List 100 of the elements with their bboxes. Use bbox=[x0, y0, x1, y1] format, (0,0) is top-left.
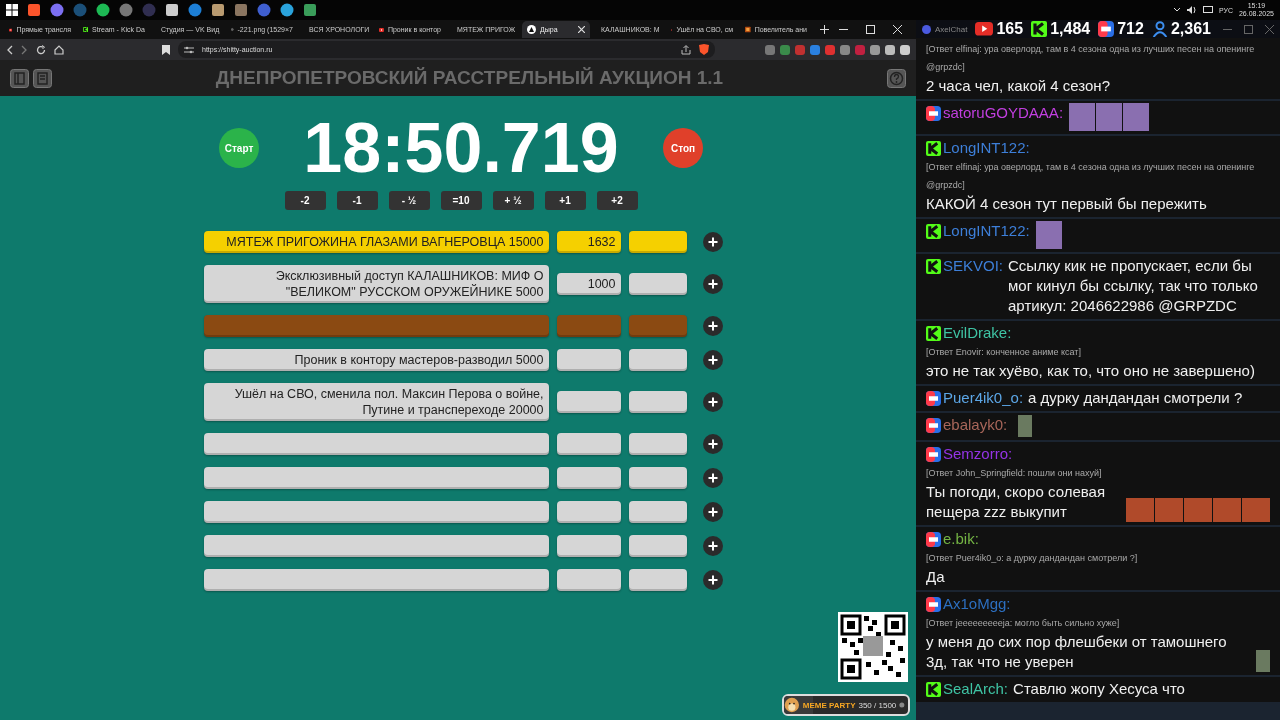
lot-extra-field[interactable] bbox=[628, 433, 687, 455]
lot-amount-field[interactable] bbox=[556, 501, 621, 523]
k-logo-icon bbox=[926, 682, 941, 697]
time-adjust-button[interactable]: + ½ bbox=[492, 191, 534, 210]
chat-app-icon bbox=[922, 24, 931, 34]
reply-quote: [Ответ elfinaj: ура оверлорд, там в 4 сезона одна из лучших песен на опенинге @grpzdc] bbox=[926, 43, 1256, 74]
chat-username[interactable]: EvilDrake: bbox=[943, 323, 1012, 343]
chat-message-text: Ссылку кик не пропускает, если бы мог кинул бы ссылку, так что только артикул: 2046622986 @GRPZDC bbox=[1008, 256, 1259, 316]
qr-code-drawing bbox=[838, 612, 908, 682]
reply-quote: [Ответ John_Springfield: пошли они нахуй] bbox=[926, 467, 1103, 480]
lot-name-field[interactable]: Проник в контору мастеров-разводил 5000 bbox=[203, 349, 549, 371]
lot-name-field[interactable] bbox=[203, 501, 549, 523]
plus-icon[interactable] bbox=[702, 350, 723, 370]
windows-icon[interactable] bbox=[6, 4, 18, 16]
reply-quote: [Ответ Puer4ik0_o: а дурку дандандан смотрели ?] bbox=[926, 552, 1139, 565]
chat-message-text: Ты погоди, скоро солевая пещера zzz выкупит bbox=[926, 482, 1106, 522]
bookmark-icon[interactable] bbox=[162, 44, 170, 55]
lot-amount-field[interactable] bbox=[556, 315, 621, 337]
emote-image bbox=[1184, 498, 1212, 522]
plus-icon[interactable] bbox=[702, 274, 723, 294]
lot-amount-field[interactable] bbox=[556, 535, 621, 557]
reload-icon[interactable] bbox=[36, 44, 46, 55]
chat-username[interactable]: Semzorro: bbox=[943, 444, 1013, 464]
lot-amount-field[interactable]: 1632 bbox=[556, 231, 621, 253]
extension-icon[interactable] bbox=[840, 44, 850, 55]
plus-icon[interactable] bbox=[702, 468, 723, 488]
stop-button[interactable]: Стоп bbox=[663, 128, 703, 168]
chat-username[interactable]: LongINT122: bbox=[943, 138, 1030, 158]
lot-extra-field[interactable] bbox=[628, 349, 687, 371]
lot-extra-field[interactable] bbox=[628, 391, 687, 413]
live-badge-icon bbox=[926, 532, 941, 547]
extension-icon[interactable] bbox=[870, 44, 880, 55]
triangle-icon bbox=[527, 25, 536, 34]
live-badge-icon bbox=[926, 106, 941, 121]
chat-username[interactable]: SealArch: bbox=[943, 679, 1009, 699]
lot-amount-field[interactable] bbox=[556, 349, 621, 371]
plus-icon[interactable] bbox=[702, 570, 723, 590]
lot-extra-field[interactable] bbox=[628, 569, 687, 591]
lot-extra-field[interactable] bbox=[628, 501, 687, 523]
plus-icon[interactable] bbox=[702, 434, 723, 454]
lot-amount-field[interactable] bbox=[556, 391, 621, 413]
sidebar-icon[interactable] bbox=[10, 68, 29, 88]
lot-name-field[interactable]: Ушёл на СВО, сменила пол. Максин Перова о войне, Путине и транспереходе 20000 bbox=[203, 383, 549, 421]
back-icon[interactable] bbox=[6, 44, 13, 55]
lot-name-field[interactable] bbox=[203, 467, 549, 489]
lot-extra-field[interactable] bbox=[628, 315, 687, 337]
list-icon[interactable] bbox=[33, 68, 52, 88]
k-logo-icon bbox=[83, 25, 89, 34]
plus-icon[interactable] bbox=[702, 392, 723, 412]
chat-username[interactable]: ebalayk0: bbox=[943, 415, 1008, 435]
extension-icon[interactable] bbox=[900, 44, 910, 55]
chat-username[interactable]: e.bik: bbox=[943, 529, 979, 549]
chat-username[interactable]: SEKVOI: bbox=[943, 256, 1004, 276]
app-icon[interactable] bbox=[188, 3, 202, 17]
speaker-icon[interactable] bbox=[1186, 6, 1197, 14]
plus-icon[interactable] bbox=[820, 25, 829, 34]
chat-username[interactable]: Puer4ik0_o: bbox=[943, 388, 1024, 408]
plus-icon[interactable] bbox=[702, 316, 723, 336]
k-logo-icon bbox=[926, 224, 941, 239]
lot-name-field[interactable] bbox=[203, 535, 549, 557]
lot-name-field[interactable]: МЯТЕЖ ПРИГОЖИНА ГЛАЗАМИ ВАГНЕРОВЦА 15000 bbox=[203, 231, 549, 253]
lot-name-field[interactable] bbox=[203, 315, 549, 337]
time-adjust-button[interactable]: +2 bbox=[596, 191, 638, 210]
plus-icon[interactable] bbox=[702, 502, 723, 522]
plus-icon[interactable] bbox=[702, 232, 723, 252]
chat-username[interactable]: LongINT122: bbox=[943, 221, 1030, 241]
lot-name-field[interactable] bbox=[203, 569, 549, 591]
lot-extra-field[interactable] bbox=[628, 467, 687, 489]
live-badge-icon bbox=[926, 418, 941, 433]
time-adjust-button[interactable]: =10 bbox=[440, 191, 482, 210]
time-adjust-button[interactable]: - ½ bbox=[388, 191, 430, 210]
lot-extra-field[interactable] bbox=[628, 231, 687, 253]
time-adjust-button[interactable]: -1 bbox=[336, 191, 378, 210]
lot-amount-field[interactable] bbox=[556, 569, 621, 591]
coin-icon bbox=[899, 701, 905, 709]
viewer-count: 2,361 bbox=[1170, 20, 1211, 38]
share-icon[interactable] bbox=[681, 44, 691, 55]
lot-amount-field[interactable]: 1000 bbox=[556, 273, 621, 295]
viewer-count: 712 bbox=[1117, 20, 1144, 38]
lot-extra-field[interactable] bbox=[628, 273, 687, 295]
lot-amount-field[interactable] bbox=[556, 467, 621, 489]
chat-username[interactable]: Ax1oMgg: bbox=[943, 594, 1011, 614]
time-adjust-button[interactable]: -2 bbox=[284, 191, 326, 210]
emote-image bbox=[1018, 415, 1033, 437]
chevron-up-icon[interactable] bbox=[1172, 7, 1181, 13]
lot-name-field[interactable] bbox=[203, 433, 549, 455]
person-icon bbox=[1151, 21, 1168, 37]
lot-amount-field[interactable] bbox=[556, 433, 621, 455]
forward-icon[interactable] bbox=[21, 44, 28, 55]
time-adjust-button[interactable]: +1 bbox=[544, 191, 586, 210]
plus-icon[interactable] bbox=[702, 536, 723, 556]
lot-extra-field[interactable] bbox=[628, 535, 687, 557]
extension-icon[interactable] bbox=[810, 44, 820, 55]
home-icon[interactable] bbox=[54, 44, 64, 55]
extension-icon[interactable] bbox=[885, 44, 895, 55]
help-icon[interactable] bbox=[887, 68, 906, 88]
k-logo-icon bbox=[926, 259, 941, 274]
reply-quote: [Ответ Enovir: конченное аниме ксат] bbox=[926, 346, 1082, 359]
monitor-icon[interactable] bbox=[1202, 6, 1213, 14]
lot-name-field[interactable]: Эксклюзивный доступ КАЛАШНИКОВ: МИФ О "ВЕЛИКОМ" РУССКОМ ОРУЖЕЙНИКЕ 5000 bbox=[203, 265, 549, 303]
